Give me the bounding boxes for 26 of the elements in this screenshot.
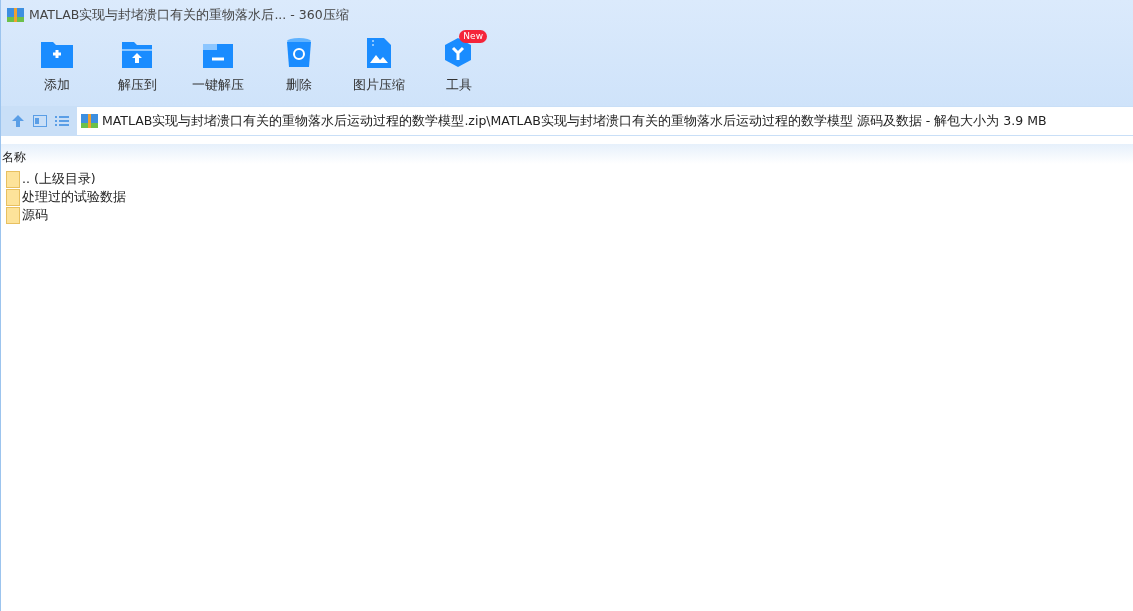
folder-plus-icon — [40, 39, 74, 69]
toolbar-button[interactable]: 一键解压 — [177, 30, 259, 106]
new-badge: New — [459, 30, 487, 43]
folder-icon — [6, 206, 20, 224]
archive-icon — [7, 7, 24, 23]
list-view-icon[interactable] — [55, 115, 69, 127]
toolbar-button[interactable]: 解压到 — [97, 30, 177, 106]
toolbar-button[interactable]: 删除 — [259, 30, 339, 106]
archive-icon — [81, 113, 98, 129]
image-file-icon — [366, 37, 392, 69]
panel-view-icon[interactable] — [33, 115, 47, 127]
up-arrow-icon[interactable] — [11, 114, 25, 128]
address-field[interactable]: MATLAB实现与封堵溃口有关的重物落水后运动过程的数学模型.zip\MATLAB实现与封堵溃口有关的重物落水后运动过程的数学模型 源码及数据 - 解包大小为 3.9 MB — [77, 107, 1133, 135]
folder-upload-icon — [121, 41, 153, 69]
folder-icon — [6, 188, 20, 206]
window-title: MATLAB实现与封堵溃口有关的重物落水后... - 360压缩 — [29, 6, 349, 24]
folder-name[interactable]: 处理过的试验数据 — [22, 188, 126, 206]
folder-name[interactable]: 源码 — [22, 206, 48, 224]
toolbar-button[interactable]: 图片压缩 — [339, 30, 419, 106]
folder-name[interactable]: .. (上级目录) — [22, 170, 96, 188]
trash-bin-icon — [286, 37, 312, 69]
folder-icon — [6, 170, 20, 188]
toolbar-button[interactable]: New 工具 — [419, 30, 499, 106]
column-header[interactable]: 名称 — [1, 144, 1133, 164]
folder-minus-icon — [202, 43, 234, 69]
toolbar-button[interactable]: 添加 — [17, 30, 97, 106]
